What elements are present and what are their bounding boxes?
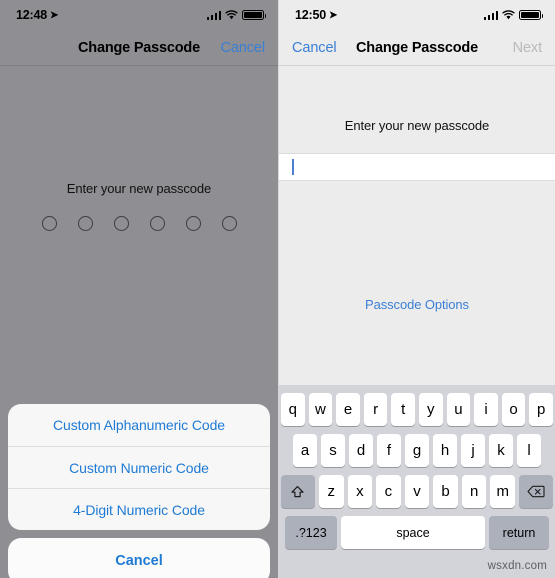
passcode-dot <box>113 216 129 231</box>
keyboard-row-2: a s d f g h j k l <box>281 434 553 467</box>
key-a[interactable]: a <box>293 434 317 467</box>
delete-icon[interactable] <box>519 475 554 508</box>
numbers-key[interactable]: .?123 <box>285 516 337 549</box>
text-caret <box>292 159 294 175</box>
left-nav-cancel-button[interactable]: Cancel <box>220 40 265 56</box>
right-status-icons <box>483 10 543 20</box>
right-content: Enter your new passcode Passcode Options <box>279 66 555 326</box>
return-key[interactable]: return <box>489 516 549 549</box>
cellular-signal-icon <box>206 10 221 20</box>
wifi-icon <box>225 10 238 20</box>
key-o[interactable]: o <box>501 393 526 426</box>
left-status-icons <box>206 10 266 20</box>
cellular-signal-icon <box>483 10 498 20</box>
key-v[interactable]: v <box>404 475 430 508</box>
left-status-bar: 12:48 ➤ <box>0 0 278 30</box>
keyboard-row-3: z x c v b n m <box>280 475 554 508</box>
location-arrow-icon: ➤ <box>328 9 338 21</box>
battery-icon <box>519 10 543 20</box>
action-sheet-option-alphanumeric[interactable]: Custom Alphanumeric Code <box>8 404 270 446</box>
right-nav-cancel-button[interactable]: Cancel <box>292 40 337 56</box>
left-nav-bar: Change Passcode Cancel <box>0 30 278 65</box>
key-j[interactable]: j <box>461 434 485 467</box>
key-u[interactable]: u <box>446 393 471 426</box>
key-n[interactable]: n <box>461 475 487 508</box>
key-c[interactable]: c <box>376 475 401 508</box>
key-i[interactable]: i <box>474 393 498 426</box>
key-b[interactable]: b <box>433 475 458 508</box>
location-arrow-icon: ➤ <box>49 9 59 21</box>
screenshot-root: 12:48 ➤ Change Passcode Cancel Enter you… <box>0 0 555 578</box>
shift-glyph <box>290 485 305 499</box>
key-y[interactable]: y <box>419 393 443 426</box>
shift-icon[interactable] <box>280 475 315 508</box>
right-spacer <box>279 181 555 297</box>
action-sheet-option-numeric[interactable]: Custom Numeric Code <box>8 446 270 488</box>
key-x[interactable]: x <box>347 475 373 508</box>
left-screen: 12:48 ➤ Change Passcode Cancel Enter you… <box>0 0 278 578</box>
right-status-bar: 12:50 ➤ <box>279 0 555 30</box>
delete-glyph <box>527 485 545 498</box>
left-status-time-group: 12:48 ➤ <box>16 8 58 22</box>
keyboard-row-1: q w e r t y u i o p <box>281 393 553 426</box>
right-nav-bar: Cancel Change Passcode Next <box>279 30 555 65</box>
left-prompt-label: Enter your new passcode <box>66 181 212 196</box>
status-time: 12:48 <box>16 8 47 22</box>
keyboard-row-4: .?123 space return <box>281 516 553 549</box>
wifi-icon <box>502 10 515 20</box>
key-l[interactable]: l <box>517 434 541 467</box>
action-sheet-cancel-button[interactable]: Cancel <box>8 538 270 578</box>
key-z[interactable]: z <box>318 475 344 508</box>
passcode-dot <box>149 216 165 231</box>
action-sheet-options: Custom Alphanumeric Code Custom Numeric … <box>8 404 270 530</box>
onscreen-keyboard: q w e r t y u i o p a s d f g h j k l z … <box>279 385 555 578</box>
passcode-input-field[interactable] <box>279 153 555 181</box>
key-e[interactable]: e <box>336 393 360 426</box>
key-r[interactable]: r <box>363 393 388 426</box>
space-key[interactable]: space <box>341 516 485 549</box>
right-prompt-label: Enter your new passcode <box>344 118 490 133</box>
key-k[interactable]: k <box>489 434 513 467</box>
key-w[interactable]: w <box>308 393 333 426</box>
passcode-dot <box>77 216 93 231</box>
left-content: Enter your new passcode Passcode Options… <box>0 66 278 578</box>
battery-icon <box>242 10 266 20</box>
status-time: 12:50 <box>295 8 326 22</box>
passcode-dot <box>185 216 201 231</box>
key-g[interactable]: g <box>405 434 429 467</box>
passcode-dots <box>0 216 278 231</box>
right-passcode-options-link[interactable]: Passcode Options <box>279 297 555 326</box>
key-p[interactable]: p <box>529 393 553 426</box>
passcode-dot <box>41 216 57 231</box>
key-d[interactable]: d <box>349 434 373 467</box>
key-h[interactable]: h <box>433 434 457 467</box>
key-q[interactable]: q <box>281 393 305 426</box>
right-status-time-group: 12:50 ➤ <box>295 8 337 22</box>
key-m[interactable]: m <box>490 475 516 508</box>
key-s[interactable]: s <box>321 434 345 467</box>
action-sheet: Custom Alphanumeric Code Custom Numeric … <box>8 404 270 578</box>
right-screen: 12:50 ➤ Cancel Change Passcode Next Ente… <box>278 0 555 578</box>
key-t[interactable]: t <box>391 393 415 426</box>
key-f[interactable]: f <box>377 434 401 467</box>
right-nav-next-button[interactable]: Next <box>513 40 543 56</box>
passcode-dot <box>221 216 237 231</box>
watermark: wsxdn.com <box>487 560 547 572</box>
action-sheet-option-four-digit[interactable]: 4-Digit Numeric Code <box>8 488 270 530</box>
